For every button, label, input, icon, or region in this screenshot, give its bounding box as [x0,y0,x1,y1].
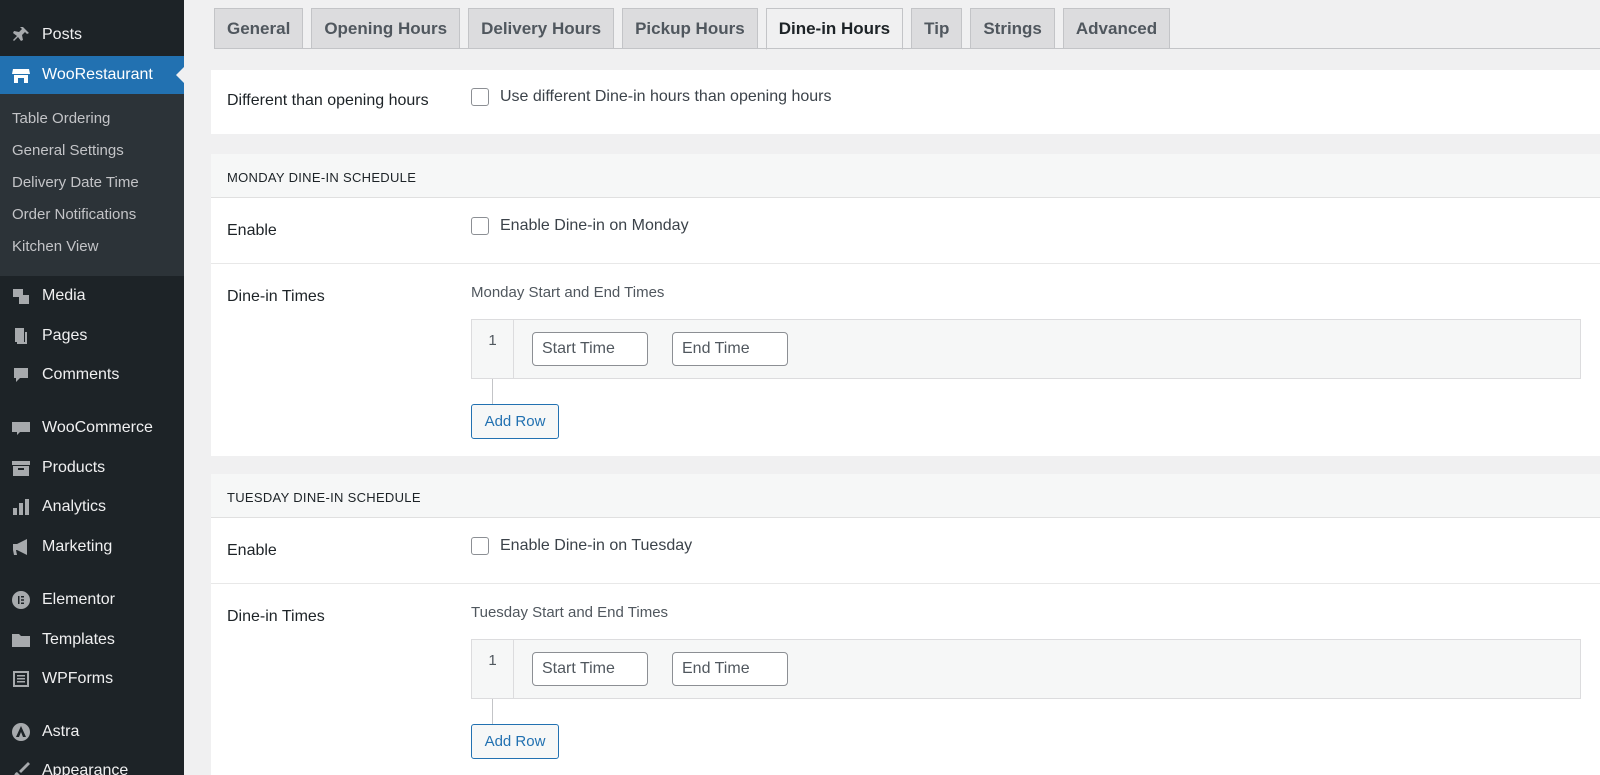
admin-sidebar: Posts WooRestaurant Table Ordering Gener… [0,0,184,775]
monday-enable-checkbox[interactable] [471,217,489,235]
monday-enable-checkbox-label[interactable]: Enable Dine-in on Monday [500,217,689,235]
menu-label: Templates [42,631,115,648]
tabs-divider [214,48,1600,49]
monday-times-label: Dine-in Times [227,288,325,305]
row-divider [211,583,1600,584]
brush-icon [10,760,32,775]
submenu-item-delivery-date-time[interactable]: Delivery Date Time [12,174,139,191]
menu-label: WooRestaurant [42,66,153,83]
menu-label: Astra [42,723,80,740]
menu-label: Marketing [42,538,113,555]
settings-tabs: General Opening Hours Delivery Hours Pic… [214,8,1171,50]
tuesday-add-row-button[interactable]: Add Row [471,724,559,759]
monday-enable-option: Enable Dine-in on Monday [471,217,689,235]
menu-item-marketing[interactable]: Marketing [0,528,184,566]
folder-icon [10,629,32,651]
tuesday-times-label: Dine-in Times [227,608,325,625]
store-icon [10,64,32,86]
submenu-item-order-notifications[interactable]: Order Notifications [12,206,136,223]
comment-icon [10,364,32,386]
submenu-item-table-ordering[interactable]: Table Ordering [12,110,110,127]
monday-add-row-button[interactable]: Add Row [471,404,559,439]
monday-start-time-input[interactable] [532,332,648,366]
menu-label: Elementor [42,591,115,608]
monday-enable-label: Enable [227,222,277,239]
tuesday-start-time-input[interactable] [532,652,648,686]
main-content: General Opening Hours Delivery Hours Pic… [184,0,1600,775]
tab-general[interactable]: General [214,8,304,49]
menu-item-analytics[interactable]: Analytics [0,488,184,526]
forms-icon [10,668,32,690]
row-number: 1 [472,320,514,378]
tab-dine-in-hours[interactable]: Dine-in Hours [765,8,904,50]
tab-strings[interactable]: Strings [970,8,1055,49]
different-hours-panel: Different than opening hours Use differe… [211,70,1600,134]
menu-label: Pages [42,327,88,344]
menu-item-comments[interactable]: Comments [0,356,184,394]
pin-icon [10,24,32,46]
tuesday-schedule-panel: TUESDAY DINE-IN SCHEDULE Enable Enable D… [211,474,1600,775]
monday-times-sublabel: Monday Start and End Times [471,284,665,301]
different-hours-option: Use different Dine-in hours than opening… [471,88,831,106]
tuesday-enable-checkbox-label[interactable]: Enable Dine-in on Tuesday [500,537,692,555]
menu-item-astra[interactable]: Astra [0,713,184,751]
menu-label: Appearance [42,762,129,775]
tab-tip[interactable]: Tip [911,8,963,49]
menu-item-appearance[interactable]: Appearance [0,752,184,775]
active-indicator [176,67,184,83]
chart-bar-icon [10,496,32,518]
menu-item-products[interactable]: Products [0,449,184,487]
woo-icon [10,417,32,439]
menu-label: Posts [42,26,83,43]
menu-item-posts[interactable]: Posts [0,16,184,54]
menu-label: Products [42,459,106,476]
media-icon [10,285,32,307]
archive-icon [10,457,32,479]
row-divider [211,263,1600,264]
menu-item-templates[interactable]: Templates [0,621,184,659]
monday-section-header: MONDAY DINE-IN SCHEDULE [211,154,1600,198]
different-hours-checkbox-label[interactable]: Use different Dine-in hours than opening… [500,88,831,106]
megaphone-icon [10,536,32,558]
tuesday-section-title: TUESDAY DINE-IN SCHEDULE [227,490,421,505]
menu-item-woorestaurant[interactable]: WooRestaurant [0,56,184,94]
menu-label: WPForms [42,670,114,687]
menu-label: Media [42,287,86,304]
row-number: 1 [472,640,514,698]
pages-icon [10,325,32,347]
tuesday-enable-checkbox[interactable] [471,537,489,555]
tuesday-section-header: TUESDAY DINE-IN SCHEDULE [211,474,1600,518]
tuesday-times-sublabel: Tuesday Start and End Times [471,604,669,621]
tuesday-enable-label: Enable [227,542,277,559]
tuesday-times-table: 1 [471,639,1581,699]
menu-label: WooCommerce [42,419,153,436]
monday-end-time-input[interactable] [672,332,788,366]
menu-item-woocommerce[interactable]: WooCommerce [0,409,184,447]
tab-delivery-hours[interactable]: Delivery Hours [468,8,615,49]
submenu-item-kitchen-view[interactable]: Kitchen View [12,238,98,255]
menu-item-wpforms[interactable]: WPForms [0,660,184,698]
monday-schedule-panel: MONDAY DINE-IN SCHEDULE Enable Enable Di… [211,154,1600,456]
menu-label: Analytics [42,498,107,515]
monday-section-title: MONDAY DINE-IN SCHEDULE [227,170,417,185]
monday-times-table: 1 [471,319,1581,379]
tab-advanced[interactable]: Advanced [1062,8,1171,49]
tab-opening-hours[interactable]: Opening Hours [311,8,461,49]
menu-item-elementor[interactable]: Elementor [0,581,184,619]
tuesday-enable-option: Enable Dine-in on Tuesday [471,537,692,555]
astra-icon [10,721,32,743]
different-hours-label: Different than opening hours [227,92,429,109]
table-connector [492,379,493,405]
menu-label: Comments [42,366,120,383]
different-hours-checkbox[interactable] [471,88,489,106]
tuesday-end-time-input[interactable] [672,652,788,686]
submenu-item-general-settings[interactable]: General Settings [12,142,124,159]
menu-item-pages[interactable]: Pages [0,317,184,355]
woorestaurant-submenu: Table Ordering General Settings Delivery… [0,94,184,276]
menu-item-media[interactable]: Media [0,277,184,315]
tab-pickup-hours[interactable]: Pickup Hours [622,8,758,49]
table-connector [492,699,493,725]
elementor-icon [10,589,32,611]
